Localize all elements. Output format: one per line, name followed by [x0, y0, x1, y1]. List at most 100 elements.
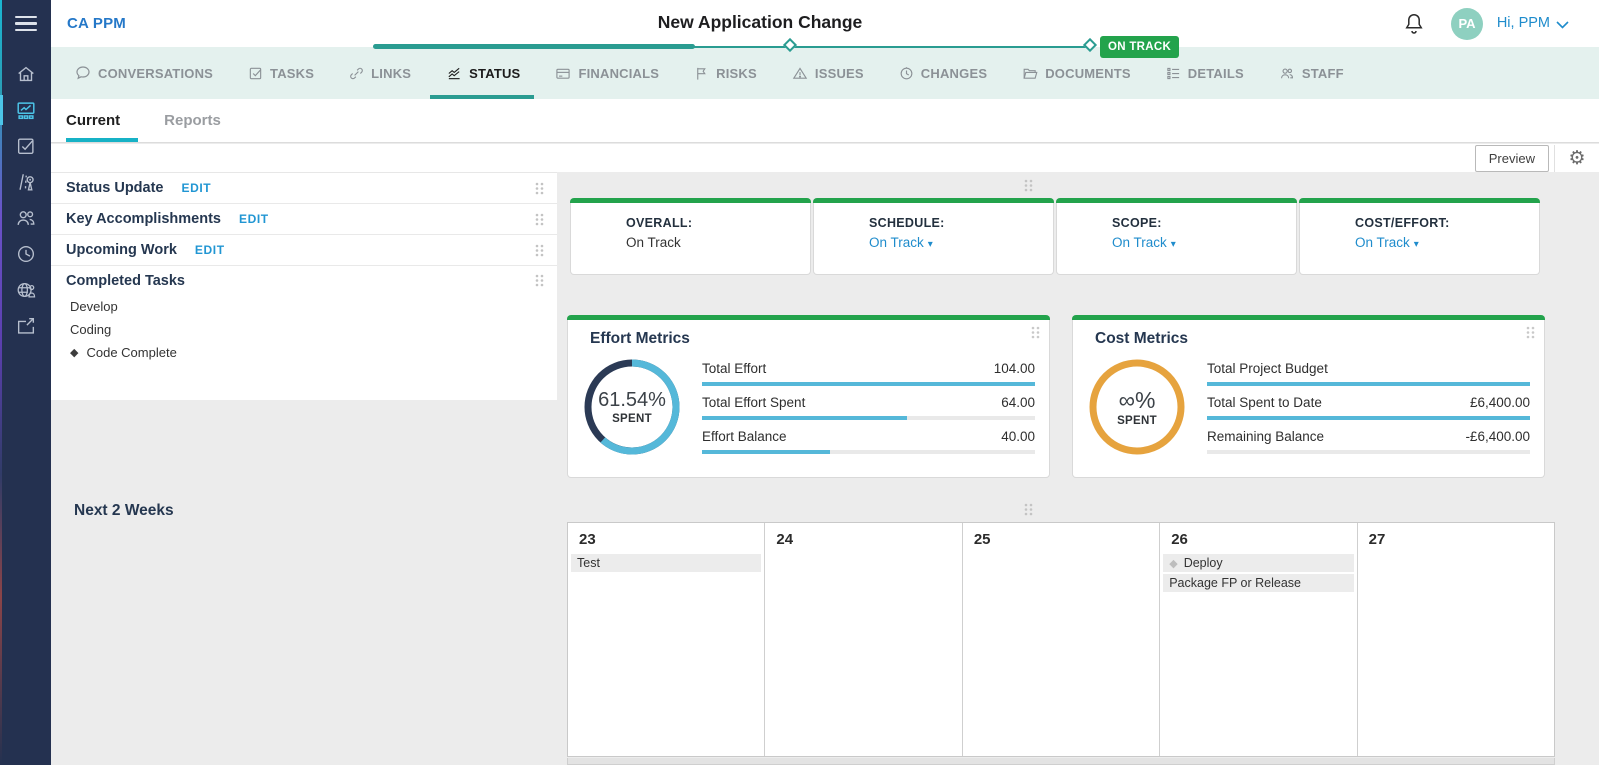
schedule-status-dropdown[interactable]: On Track ▾ [869, 235, 1053, 250]
schedule-status-card: SCHEDULE: On Track ▾ [813, 198, 1054, 275]
sidebar-item-people[interactable] [0, 200, 51, 236]
overall-status-card: OVERALL: On Track [570, 198, 811, 275]
preview-button[interactable]: Preview [1474, 144, 1549, 172]
section-title: Status Update [66, 180, 164, 196]
milestone-diamond-icon: ◆ [1169, 557, 1178, 570]
tab-label: CHANGES [920, 65, 988, 81]
tab-financials[interactable]: FINANCIALS [555, 47, 659, 99]
dropdown-value: On Track [1355, 235, 1410, 250]
metric-label: Effort Balance [702, 429, 787, 444]
subtab-current[interactable]: Current [66, 99, 139, 142]
tab-risks[interactable]: RISKS [694, 47, 757, 99]
status-report-content: Status Update EDIT Key Accomplishments E… [51, 172, 1599, 765]
drag-handle-icon[interactable] [1525, 325, 1536, 340]
cost-effort-status-dropdown[interactable]: On Track ▾ [1355, 235, 1539, 250]
section-upcoming-work: Upcoming Work EDIT [51, 235, 557, 266]
drag-handle-icon[interactable] [534, 243, 545, 258]
metric-value: -£6,400.00 [1465, 429, 1530, 444]
day-number: 27 [1368, 531, 1386, 548]
scope-status-dropdown[interactable]: On Track ▾ [1112, 235, 1296, 250]
sidebar-item-timesheets[interactable] [0, 236, 51, 272]
status-badge: ON TRACK [1100, 36, 1180, 58]
cost-metrics-body: ∞% SPENT Total Project Budget Total Spen… [1087, 355, 1530, 467]
settings-gear-icon[interactable]: ⚙ [1555, 145, 1599, 172]
drag-handle-icon[interactable] [1030, 325, 1041, 340]
edit-key-accomplishments-link[interactable]: EDIT [239, 212, 269, 226]
tab-staff[interactable]: STAFF [1279, 47, 1344, 99]
drag-handle-icon[interactable] [1023, 502, 1034, 517]
speech-bubble-icon [76, 66, 90, 80]
completed-task-item[interactable]: Coding [51, 318, 557, 341]
section-title: Key Accomplishments [66, 211, 221, 227]
drag-handle-icon[interactable] [534, 212, 545, 227]
edit-status-update-link[interactable]: EDIT [182, 181, 212, 195]
user-menu[interactable]: Hi, PPM [1497, 0, 1569, 47]
tab-label: RISKS [716, 65, 757, 81]
dropdown-value: On Track [1112, 235, 1167, 250]
metric-bar-fill [702, 450, 831, 454]
metric-bar-track [1207, 450, 1530, 454]
roadmap-pin-icon [18, 174, 34, 191]
checkbox-icon [249, 67, 262, 79]
card-label: SCOPE: [1112, 216, 1162, 230]
tab-links[interactable]: LINKS [349, 47, 411, 99]
card-label: OVERALL: [626, 216, 693, 230]
sidebar-item-status-dashboard[interactable] [0, 92, 51, 128]
tab-tasks[interactable]: TASKS [248, 47, 314, 99]
metric-row-total-effort: Total Effort 104.00 [702, 361, 1035, 386]
sidebar-item-global[interactable] [0, 272, 51, 308]
drag-handle-icon[interactable] [534, 181, 545, 196]
avatar[interactable]: PA [1451, 8, 1483, 40]
task-label: Develop [70, 299, 118, 314]
metric-bar-track [702, 416, 1035, 420]
calendar-event[interactable]: Package FP or Release [1163, 574, 1354, 592]
status-sections-panel: Status Update EDIT Key Accomplishments E… [51, 172, 557, 400]
notifications-button[interactable] [1401, 11, 1427, 37]
tab-label: CONVERSATIONS [98, 65, 214, 81]
metric-bar-track [1207, 382, 1530, 386]
greeting-label: Hi, PPM [1496, 15, 1550, 31]
metric-label: Total Project Budget [1207, 361, 1328, 376]
tab-label: ISSUES [814, 65, 864, 81]
tab-label: STAFF [1301, 65, 1344, 81]
metric-bar-track [1207, 416, 1530, 420]
sidebar-item-roadmap[interactable] [0, 164, 51, 200]
status-summary-cards: OVERALL: On Track SCHEDULE: On Track ▾ SC… [570, 198, 1540, 275]
menu-button[interactable] [0, 0, 51, 47]
tab-issues[interactable]: ISSUES [792, 47, 864, 99]
home-icon [17, 66, 34, 82]
metric-bar-fill [702, 382, 1035, 386]
tab-label: DETAILS [1187, 65, 1244, 81]
section-title: Upcoming Work [66, 242, 177, 258]
metric-bar-fill [702, 416, 907, 420]
calendar-event-milestone[interactable]: ◆ Deploy [1163, 554, 1354, 572]
cost-spent-gauge: ∞% SPENT [1087, 357, 1187, 457]
sidebar-item-home[interactable] [0, 56, 51, 92]
sidebar-item-tasks[interactable] [0, 128, 51, 164]
tab-label: TASKS [270, 65, 315, 81]
metric-row-total-spent-to-date: Total Spent to Date £6,400.00 [1207, 395, 1530, 420]
subtab-label: Reports [164, 112, 221, 129]
cost-metrics-card: Cost Metrics ∞% SPENT Total Project Budg… [1072, 315, 1545, 478]
milestone-diamond-icon: ◆ [70, 347, 79, 359]
sidebar-item-export[interactable] [0, 308, 51, 344]
calendar-event[interactable]: Test [571, 554, 762, 572]
subtab-reports[interactable]: Reports [164, 99, 239, 142]
tab-status[interactable]: STATUS [430, 47, 535, 99]
completed-task-item[interactable]: ◆ Code Complete [51, 341, 557, 364]
metric-row-total-project-budget: Total Project Budget [1207, 361, 1530, 386]
drag-handle-icon[interactable] [1023, 178, 1034, 193]
drag-handle-icon[interactable] [534, 273, 545, 288]
cost-rows: Total Project Budget Total Spent to Date… [1207, 355, 1530, 467]
gauge-text: ∞% SPENT [1087, 357, 1187, 457]
edit-upcoming-work-link[interactable]: EDIT [195, 243, 225, 257]
dropdown-value: On Track [869, 235, 924, 250]
tab-conversations[interactable]: CONVERSATIONS [75, 47, 213, 99]
metric-bar-track [702, 450, 1035, 454]
tab-label: FINANCIALS [578, 65, 660, 81]
warning-triangle-icon [792, 66, 808, 79]
section-status-update: Status Update EDIT [51, 173, 557, 204]
tab-changes[interactable]: CHANGES [899, 47, 987, 99]
completed-task-item[interactable]: Develop [51, 295, 557, 318]
metric-row-effort-balance: Effort Balance 40.00 [702, 429, 1035, 454]
